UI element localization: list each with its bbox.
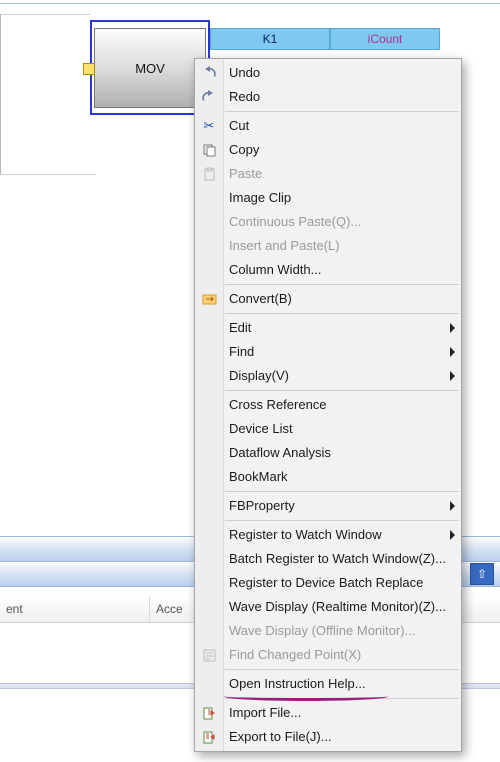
menu-insert-paste: Insert and Paste(L) — [195, 234, 461, 258]
column-header-ent[interactable]: ent — [0, 596, 150, 622]
divider — [0, 3, 500, 4]
submenu-arrow-icon — [450, 371, 455, 381]
menu-continuous-paste: Continuous Paste(Q)... — [195, 210, 461, 234]
menu-import-file[interactable]: Import File... — [195, 701, 461, 725]
menu-label: Wave Display (Realtime Monitor)(Z)... — [229, 599, 446, 614]
menu-dataflow[interactable]: Dataflow Analysis — [195, 441, 461, 465]
menu-label: Register to Device Batch Replace — [229, 575, 423, 590]
menu-label: Continuous Paste(Q)... — [229, 214, 361, 229]
menu-wave-offline: Wave Display (Offline Monitor)... — [195, 619, 461, 643]
submenu-arrow-icon — [450, 347, 455, 357]
grid-line — [0, 174, 96, 175]
menu-separator — [225, 284, 459, 285]
menu-label: Display(V) — [229, 368, 289, 383]
redo-icon — [200, 88, 218, 106]
menu-label: Paste — [229, 166, 262, 181]
operand-label: K1 — [263, 32, 278, 46]
menu-find[interactable]: Find — [195, 340, 461, 364]
undo-icon — [200, 64, 218, 82]
menu-register-device-batch[interactable]: Register to Device Batch Replace — [195, 571, 461, 595]
context-menu: Undo Redo ✂ Cut Copy Paste Image Clip Co… — [194, 58, 462, 752]
pin-icon: ⇧ — [477, 567, 487, 581]
ladder-rail — [0, 14, 1, 174]
menu-separator — [225, 111, 459, 112]
menu-separator — [225, 698, 459, 699]
convert-icon — [200, 290, 218, 308]
instruction-block[interactable]: MOV — [94, 28, 206, 108]
menu-bookmark[interactable]: BookMark — [195, 465, 461, 489]
menu-export-file[interactable]: Export to File(J)... — [195, 725, 461, 749]
menu-register-watch[interactable]: Register to Watch Window — [195, 523, 461, 547]
menu-separator — [225, 669, 459, 670]
menu-label: Wave Display (Offline Monitor)... — [229, 623, 415, 638]
menu-cross-reference[interactable]: Cross Reference — [195, 393, 461, 417]
menu-label: Open Instruction Help... — [229, 676, 366, 691]
menu-label: Insert and Paste(L) — [229, 238, 340, 253]
menu-label: BookMark — [229, 469, 288, 484]
menu-label: Find Changed Point(X) — [229, 647, 361, 662]
menu-label: Batch Register to Watch Window(Z)... — [229, 551, 446, 566]
menu-open-instruction-help[interactable]: Open Instruction Help... — [195, 672, 461, 696]
menu-edit[interactable]: Edit — [195, 316, 461, 340]
menu-label: Edit — [229, 320, 251, 335]
menu-paste: Paste — [195, 162, 461, 186]
column-header-label: Acce — [156, 602, 183, 616]
menu-column-width[interactable]: Column Width... — [195, 258, 461, 282]
menu-label: Undo — [229, 65, 260, 80]
menu-label: Import File... — [229, 705, 301, 720]
menu-redo[interactable]: Redo — [195, 85, 461, 109]
find-changed-icon — [200, 646, 218, 664]
menu-batch-register-watch[interactable]: Batch Register to Watch Window(Z)... — [195, 547, 461, 571]
menu-separator — [225, 390, 459, 391]
menu-label: Device List — [229, 421, 293, 436]
pin-button[interactable]: ⇧ — [470, 563, 494, 585]
menu-label: Cross Reference — [229, 397, 327, 412]
block-pin[interactable] — [83, 63, 95, 75]
paste-icon — [200, 165, 218, 183]
menu-fbproperty[interactable]: FBProperty — [195, 494, 461, 518]
submenu-arrow-icon — [450, 501, 455, 511]
menu-undo[interactable]: Undo — [195, 61, 461, 85]
menu-label: Copy — [229, 142, 259, 157]
export-icon — [200, 728, 218, 746]
import-icon — [200, 704, 218, 722]
menu-label: Image Clip — [229, 190, 291, 205]
menu-cut[interactable]: ✂ Cut — [195, 114, 461, 138]
operand-cell-k1[interactable]: K1 — [210, 28, 330, 50]
copy-icon — [200, 141, 218, 159]
instruction-label: MOV — [135, 61, 165, 76]
menu-label: Convert(B) — [229, 291, 292, 306]
menu-label: Cut — [229, 118, 249, 133]
menu-label: Redo — [229, 89, 260, 104]
menu-copy[interactable]: Copy — [195, 138, 461, 162]
menu-convert[interactable]: Convert(B) — [195, 287, 461, 311]
menu-label: Find — [229, 344, 254, 359]
menu-label: Register to Watch Window — [229, 527, 382, 542]
menu-image-clip[interactable]: Image Clip — [195, 186, 461, 210]
menu-label: Dataflow Analysis — [229, 445, 331, 460]
menu-label: Export to File(J)... — [229, 729, 332, 744]
menu-separator — [225, 520, 459, 521]
operand-label: iCount — [368, 32, 403, 46]
menu-label: Column Width... — [229, 262, 321, 277]
menu-display[interactable]: Display(V) — [195, 364, 461, 388]
menu-wave-realtime[interactable]: Wave Display (Realtime Monitor)(Z)... — [195, 595, 461, 619]
menu-label: FBProperty — [229, 498, 295, 513]
grid-line — [0, 14, 90, 15]
submenu-arrow-icon — [450, 530, 455, 540]
menu-device-list[interactable]: Device List — [195, 417, 461, 441]
operand-cell-icount[interactable]: iCount — [330, 28, 440, 50]
submenu-arrow-icon — [450, 323, 455, 333]
cut-icon: ✂ — [200, 117, 218, 135]
column-header-label: ent — [6, 602, 23, 616]
menu-separator — [225, 313, 459, 314]
menu-find-changed: Find Changed Point(X) — [195, 643, 461, 667]
menu-separator — [225, 491, 459, 492]
